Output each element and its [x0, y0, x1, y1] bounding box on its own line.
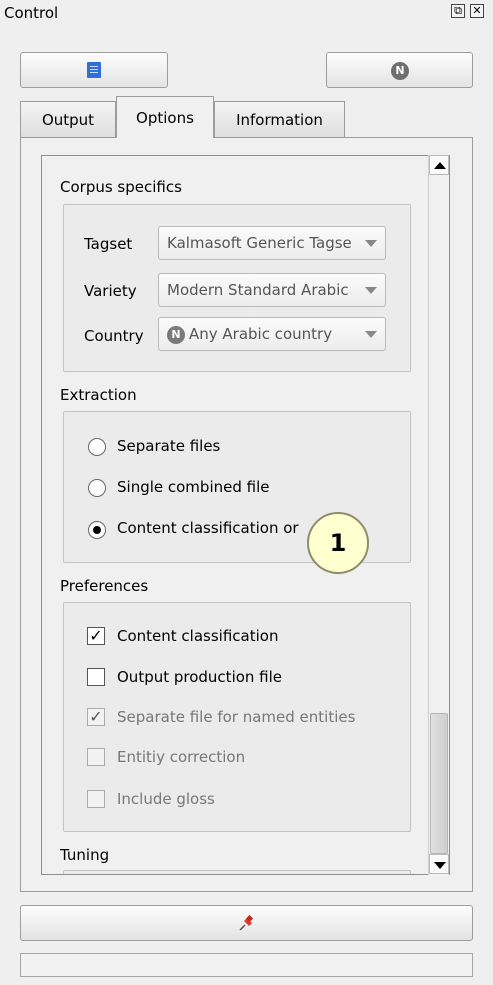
tagset-select[interactable]: Kalmasoft Generic Tagse	[158, 226, 386, 260]
vertical-scrollbar[interactable]	[428, 155, 449, 875]
checkbox-separate-named-entities-label: Separate file for named entities	[117, 708, 356, 726]
radio-separate-files-label[interactable]: Separate files	[117, 437, 220, 455]
chevron-down-icon	[365, 240, 377, 247]
N-badge-icon: N	[167, 325, 185, 344]
float-icon[interactable]: ⧉	[451, 4, 465, 18]
document-icon	[87, 62, 101, 78]
country-label: Country	[84, 327, 144, 345]
chevron-up-icon	[434, 162, 446, 169]
tuning-title: Tuning	[60, 846, 110, 864]
tuning-group	[63, 870, 411, 874]
radio-single-combined-file[interactable]	[88, 479, 106, 497]
checkbox-separate-named-entities: ✓	[87, 708, 105, 726]
N-badge-icon: N	[391, 62, 409, 80]
checkbox-content-classification[interactable]: ✓	[87, 627, 105, 645]
corpus-specifics-group: Tagset Kalmasoft Generic Tagse Variety M…	[63, 204, 411, 372]
extraction-title: Extraction	[60, 386, 137, 404]
checkbox-include-gloss	[87, 790, 105, 808]
pin-icon	[239, 915, 254, 931]
options-scroll-area: Corpus specifics Tagset Kalmasoft Generi…	[41, 155, 450, 875]
document-button[interactable]	[20, 52, 168, 88]
chevron-down-icon	[434, 862, 446, 869]
chevron-down-icon	[365, 331, 377, 338]
preferences-group: ✓ Content classification Output producti…	[63, 602, 411, 832]
checkbox-output-production-file[interactable]	[87, 668, 105, 686]
panel-title: Control	[4, 4, 59, 22]
n-button[interactable]: N	[326, 52, 473, 88]
preferences-title: Preferences	[60, 577, 149, 595]
checkbox-entity-correction-label: Entitiy correction	[117, 748, 246, 766]
tagset-label: Tagset	[84, 235, 133, 253]
pin-button[interactable]	[20, 905, 473, 941]
close-icon[interactable]: ✕	[470, 4, 484, 18]
tab-options[interactable]: Options	[116, 96, 214, 138]
scroll-thumb[interactable]	[430, 713, 448, 854]
scroll-up-button[interactable]	[429, 155, 449, 175]
radio-content-classification[interactable]	[88, 521, 106, 539]
radio-single-combined-file-label[interactable]: Single combined file	[117, 478, 269, 496]
checkbox-content-classification-label[interactable]: Content classification	[117, 627, 278, 645]
radio-content-classification-label[interactable]: Content classification or	[117, 519, 299, 537]
scroll-down-button[interactable]	[429, 854, 449, 874]
variety-select[interactable]: Modern Standard Arabic	[158, 273, 386, 307]
checkbox-output-production-file-label[interactable]: Output production file	[117, 668, 282, 686]
radio-separate-files[interactable]	[88, 438, 106, 456]
chevron-down-icon	[365, 287, 377, 294]
callout-badge: 1	[307, 512, 369, 574]
tab-output[interactable]: Output	[20, 101, 116, 137]
corpus-specifics-title: Corpus specifics	[60, 178, 182, 196]
checkbox-entity-correction	[87, 748, 105, 766]
country-select[interactable]: N Any Arabic country	[158, 317, 386, 351]
progress-bar	[20, 953, 473, 977]
tab-information[interactable]: Information	[214, 101, 345, 137]
variety-label: Variety	[84, 282, 137, 300]
checkbox-include-gloss-label: Include gloss	[117, 790, 215, 808]
